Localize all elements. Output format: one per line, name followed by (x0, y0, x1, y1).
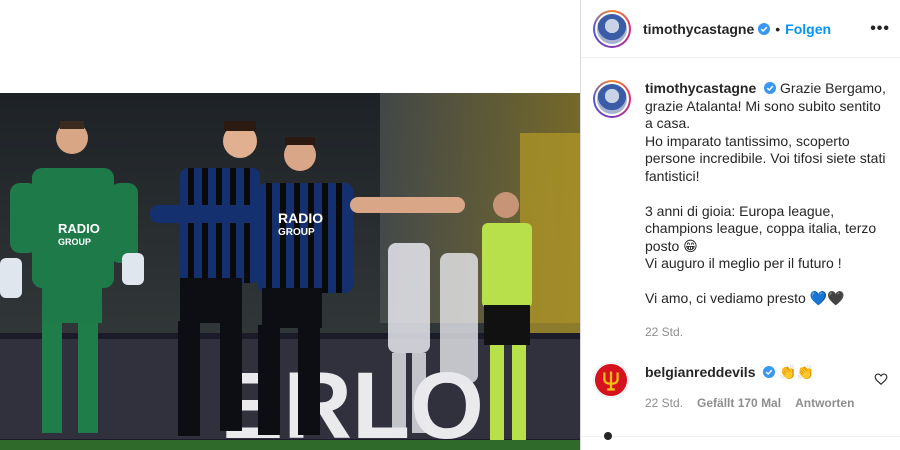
caption-line: posto 😁 (645, 237, 698, 254)
more-options-icon[interactable]: ••• (870, 20, 890, 38)
caption-line: grazie Atalanta! Mi sono subito sentito (645, 97, 881, 114)
caption-line: 3 anni di gioia: Europa league, (645, 202, 835, 219)
caption-line: Grazie Bergamo, (780, 80, 886, 96)
comments-bottom-divider (581, 436, 900, 437)
comment-likes-link[interactable]: Gefällt 170 Mal (697, 396, 781, 410)
post-timestamp: 22 Std. (645, 325, 684, 339)
caption-line: a casa. (645, 115, 691, 131)
caption-line: persone incredibile. Voi tifosi siete st… (645, 150, 886, 166)
caption-line: Ho imparato tantissimo, scoperto (645, 132, 850, 149)
post-photo[interactable]: ERLO RADIO GROUP RADIO GROUP (0, 93, 580, 450)
caption-username[interactable]: timothycastagne (645, 80, 756, 96)
devils-logo-icon[interactable] (593, 362, 629, 398)
post-header: timothycastagne • Folgen ••• (581, 0, 900, 58)
reply-button[interactable]: Antworten (795, 396, 854, 410)
caption-avatar[interactable] (593, 80, 631, 118)
comment-meta: 22 Std. Gefällt 170 Mal Antworten (645, 396, 854, 410)
comment-emoji: 👏👏 (779, 364, 815, 380)
author-avatar[interactable] (593, 9, 631, 48)
verified-badge-icon (764, 82, 777, 94)
caption: timothycastagne Grazie Bergamo, grazie A… (593, 80, 893, 308)
header-separator: • (775, 20, 781, 37)
caption-text: timothycastagne Grazie Bergamo, grazie A… (645, 80, 886, 308)
caption-line: Vi amo, ci vediamo presto 💙🖤 (645, 290, 845, 306)
author-username[interactable]: timothycastagne (643, 21, 754, 37)
caption-line: champions league, coppa italia, terzo (645, 220, 877, 236)
jersey-sponsor-text-2: GROUP (278, 227, 315, 238)
comment-time: 22 Std. (645, 396, 684, 410)
next-comment-avatar (604, 432, 612, 440)
keeper-sponsor-text-2: GROUP (58, 237, 91, 247)
verified-badge-icon (758, 22, 771, 35)
post-side-panel: timothycastagne • Folgen ••• timothycast… (581, 0, 900, 450)
celebration-photo: ERLO RADIO GROUP RADIO GROUP (0, 93, 580, 450)
jersey-sponsor-text: RADIO (278, 210, 323, 226)
like-comment-heart-icon[interactable] (874, 372, 888, 386)
caption-line: Vi auguro il meglio per il futuro ! (645, 255, 842, 271)
trident-icon (594, 363, 628, 397)
media-column: ERLO RADIO GROUP RADIO GROUP (0, 0, 580, 450)
comment-text: belgianreddevils 👏👏 (645, 362, 814, 382)
comment-username[interactable]: belgianreddevils (645, 364, 755, 380)
keeper-sponsor-text: RADIO (58, 221, 100, 236)
caption-line: fantistici! (645, 167, 700, 184)
verified-badge-icon (763, 366, 776, 378)
comment-item: belgianreddevils 👏👏 (593, 362, 893, 398)
follow-button[interactable]: Folgen (785, 21, 831, 37)
